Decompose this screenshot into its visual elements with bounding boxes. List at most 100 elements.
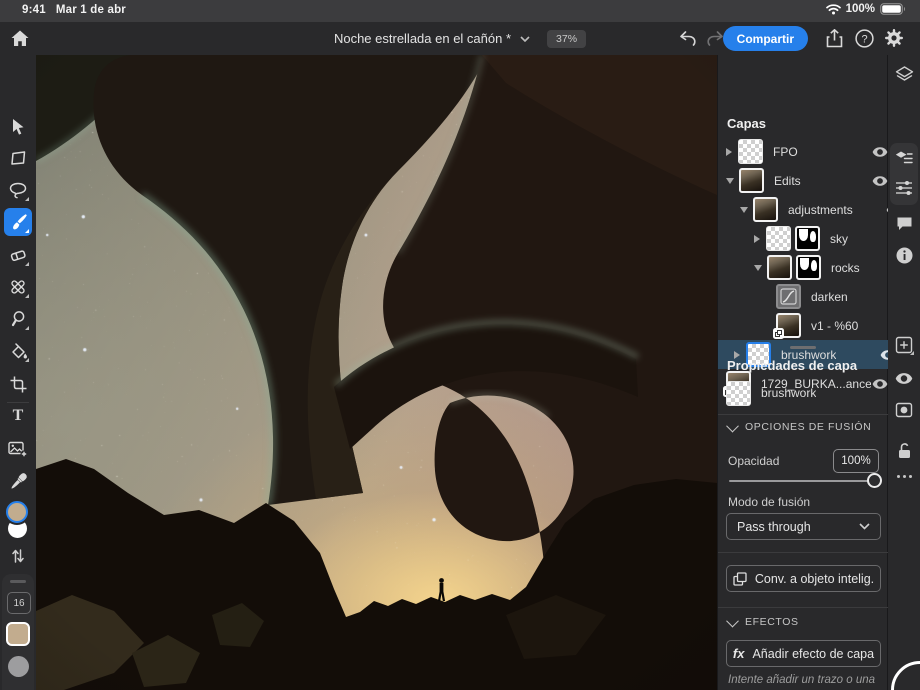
help-icon: ? (855, 29, 874, 48)
type-tool[interactable]: T (4, 402, 32, 430)
smart-object-badge (773, 328, 784, 339)
brush-opacity-control[interactable] (8, 656, 29, 677)
subtool-indicator (25, 358, 29, 362)
adjustment-layer-thumbnail (776, 284, 801, 309)
expander-icon[interactable] (754, 265, 762, 271)
canvas[interactable] (36, 55, 717, 690)
export-button[interactable] (822, 26, 846, 50)
fill-tool[interactable] (4, 337, 32, 365)
visibility-toggle[interactable] (871, 145, 889, 159)
wifi-icon (826, 4, 841, 15)
layers-panel-title: Capas (727, 116, 766, 131)
properties-panel-title: Propiedades de capa (727, 358, 857, 373)
help-button[interactable]: ? (852, 26, 876, 50)
lasso-icon (9, 182, 27, 199)
healing-brush-tool[interactable] (4, 273, 32, 301)
undo-button[interactable] (676, 26, 700, 50)
more-panel-options-button[interactable] (888, 475, 920, 478)
panel-divider (718, 552, 889, 553)
panel-resize-handle[interactable] (790, 346, 816, 349)
unlock-icon (897, 442, 912, 459)
foreground-color-well[interactable] (6, 501, 28, 523)
eraser-tool[interactable] (4, 241, 32, 269)
dodge-burn-tool[interactable] (4, 305, 32, 333)
layer-properties-panel-button[interactable] (891, 145, 917, 171)
selected-layer-summary: brushwork (718, 377, 897, 409)
effects-section-header[interactable]: EFECTOS (728, 616, 799, 628)
document-title: Noche estrellada en el cañón * (334, 31, 511, 46)
dodge-icon (10, 310, 27, 328)
blend-options-section-header[interactable]: OPCIONES DE FUSIÓN (728, 421, 871, 433)
add-layer-button[interactable] (891, 332, 917, 358)
clock: 9:41 (22, 4, 46, 16)
swap-colors-button[interactable] (4, 542, 32, 570)
layer-visibility-button[interactable] (891, 365, 917, 391)
brush-size-field[interactable]: 16 (7, 592, 31, 614)
gear-icon (884, 28, 904, 48)
battery-icon (880, 3, 906, 15)
subtool-indicator (910, 351, 914, 355)
layers-icon (895, 66, 914, 84)
move-tool[interactable] (4, 112, 32, 140)
layer-mask-thumbnail (796, 255, 821, 280)
slider-knob[interactable] (867, 473, 882, 488)
lasso-select-tool[interactable] (4, 176, 32, 204)
expander-icon[interactable] (740, 207, 748, 213)
add-layer-effect-button[interactable]: fx Añadir efecto de capa (726, 640, 881, 667)
settings-button[interactable] (882, 26, 906, 50)
layer-thumbnail (739, 168, 764, 193)
blend-mode-select[interactable]: Pass through (726, 513, 881, 540)
battery-percent: 100% (846, 3, 875, 15)
share-button[interactable]: Compartir (723, 26, 808, 51)
date: Mar 1 de abr (56, 4, 126, 16)
visibility-toggle[interactable] (871, 174, 889, 188)
eraser-icon (9, 247, 27, 263)
smart-object-thumbnail (776, 313, 801, 338)
blend-mode-label: Modo de fusión (728, 495, 810, 509)
drag-handle[interactable] (10, 580, 26, 583)
subtool-indicator (25, 229, 29, 233)
layer-mask-button[interactable] (891, 397, 917, 423)
brush-tool[interactable] (4, 208, 32, 236)
comments-button[interactable] (891, 210, 917, 236)
redo-icon (706, 31, 724, 46)
crop-icon (10, 376, 27, 393)
opacity-slider[interactable] (729, 473, 876, 489)
layer-row-fpo[interactable]: FPO (718, 137, 897, 166)
layers-panel-button[interactable] (891, 62, 917, 88)
adjustments-panel-button[interactable] (891, 175, 917, 201)
svg-text:?: ? (861, 33, 867, 45)
status-left: 9:41 Mar 1 de abr (22, 4, 126, 16)
subtool-indicator (25, 294, 29, 298)
slider-track (729, 480, 876, 482)
paint-bucket-icon (9, 343, 28, 360)
convert-to-smart-object-button[interactable]: Conv. a objeto intelig. (726, 565, 881, 592)
expander-icon[interactable] (726, 148, 732, 156)
zoom-level-badge[interactable]: 37% (547, 30, 586, 48)
expander-icon[interactable] (726, 178, 734, 184)
type-tool-glyph: T (13, 407, 24, 425)
layer-mask-thumbnail (795, 226, 820, 251)
layer-row-edits[interactable]: Edits (718, 166, 897, 195)
brush-color-swatch[interactable] (6, 622, 30, 646)
panel-divider (718, 607, 889, 608)
header-toolbar: Noche estrellada en el cañón * 37% Compa… (0, 22, 920, 56)
brush-options-strip: 16 (2, 574, 34, 690)
expander-icon[interactable] (754, 235, 760, 243)
layer-row-adjustments[interactable]: adjustments (718, 195, 911, 224)
layer-thumbnail (753, 197, 778, 222)
subtool-indicator (25, 262, 29, 266)
mask-icon (895, 402, 913, 418)
lock-layer-button[interactable] (891, 437, 917, 463)
info-button[interactable] (891, 242, 917, 268)
layer-properties-icon (895, 150, 913, 167)
opacity-label: Opacidad (728, 454, 779, 468)
crop-tool[interactable] (4, 370, 32, 398)
place-image-tool[interactable] (4, 435, 32, 463)
opacity-value-field[interactable]: 100% (833, 449, 879, 473)
eyedropper-tool[interactable] (4, 467, 32, 495)
status-bar: 9:41 Mar 1 de abr 100% (0, 0, 920, 22)
info-icon (896, 247, 913, 264)
transform-tool[interactable] (4, 144, 32, 172)
undo-icon (679, 31, 697, 46)
